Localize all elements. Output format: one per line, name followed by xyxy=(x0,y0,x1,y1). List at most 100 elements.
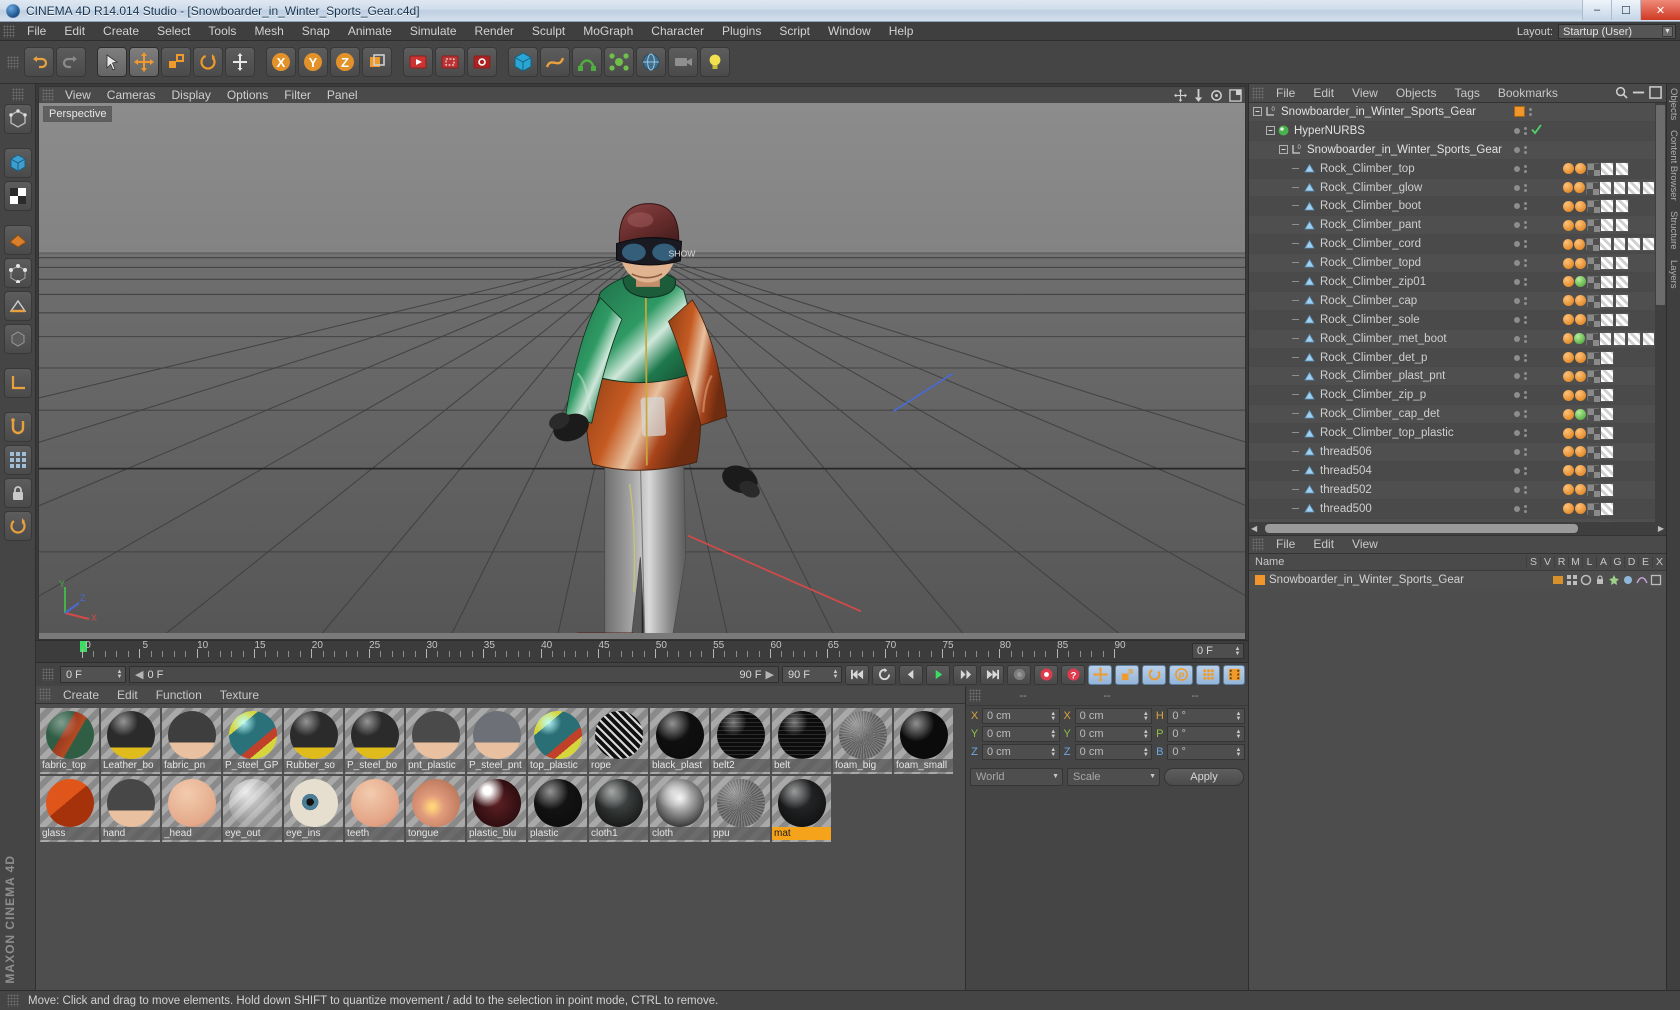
parameter-keyframe-toggle[interactable]: P xyxy=(1169,664,1193,685)
preview-range-left-arrow-icon[interactable]: ◀ xyxy=(135,668,143,681)
minimize-button[interactable]: – xyxy=(1582,0,1611,20)
material-swatch[interactable]: foam_small xyxy=(894,708,953,774)
material-tag-icon[interactable] xyxy=(1613,237,1627,252)
material-tag-icon[interactable] xyxy=(1600,426,1614,441)
material-swatch[interactable]: plastic xyxy=(528,776,587,842)
visibility-editor-dot[interactable] xyxy=(1514,467,1520,474)
material-tag-icon[interactable] xyxy=(1641,331,1655,346)
point-mode-button[interactable] xyxy=(3,258,32,288)
menu-snap[interactable]: Snap xyxy=(293,22,339,41)
material-tag-icon[interactable] xyxy=(1613,331,1627,346)
material-swatch[interactable]: Rubber_so xyxy=(284,708,343,774)
play-forward-button[interactable] xyxy=(953,664,977,685)
texture-tag-icon[interactable] xyxy=(1575,295,1586,307)
material-tag-icon[interactable] xyxy=(1598,180,1613,195)
visibility-editor-dot[interactable] xyxy=(1514,448,1520,455)
visibility-editor-dot[interactable] xyxy=(1514,373,1520,380)
end-frame-field[interactable]: 90 F ▲ ▼ xyxy=(782,666,842,683)
start-frame-field[interactable]: 0 F ▲ ▼ xyxy=(60,666,126,683)
texture-tag-icon[interactable] xyxy=(1575,484,1586,496)
position-keyframe-toggle[interactable] xyxy=(1088,664,1112,685)
menu-tools[interactable]: Tools xyxy=(199,22,245,41)
go-to-end-button[interactable] xyxy=(980,664,1004,685)
object-axis-mode-button[interactable] xyxy=(3,324,32,354)
viewport-menu-panel[interactable]: Panel xyxy=(319,87,366,104)
go-to-start-button[interactable] xyxy=(845,664,869,685)
visibility-render-dots[interactable] xyxy=(1524,410,1527,419)
material-tag-icon[interactable] xyxy=(1600,274,1614,289)
stepper-icon[interactable]: ▲ ▼ xyxy=(1234,746,1243,759)
add-environment-button[interactable] xyxy=(636,47,666,77)
stepper-icon[interactable]: ▲ ▼ xyxy=(1234,728,1243,741)
visibility-editor-dot[interactable] xyxy=(1514,505,1520,512)
rotation-h-input[interactable]: 0 ° ▲ ▼ xyxy=(1167,708,1246,724)
visibility-editor-dot[interactable] xyxy=(1514,392,1520,399)
texture-tag-icon[interactable] xyxy=(1575,503,1586,515)
uvw-tag-icon[interactable] xyxy=(1585,238,1599,252)
material-swatch-grid[interactable]: fabric_top Leather_bo fabric_pn P_steel_GP R… xyxy=(36,704,965,990)
viewport-grip-icon[interactable] xyxy=(42,88,54,102)
object-menu-objects[interactable]: Objects xyxy=(1387,84,1446,103)
visibility-render-dots[interactable] xyxy=(1524,183,1527,192)
texture-tag-icon[interactable] xyxy=(1575,370,1586,382)
texture-tag-icon[interactable] xyxy=(1575,446,1586,458)
attribute-row[interactable]: Snowboarder_in_Winter_Sports_Gear xyxy=(1249,571,1666,589)
uvw-tag-icon[interactable] xyxy=(1587,427,1600,441)
attribute-column-m[interactable]: M xyxy=(1568,556,1582,568)
material-swatch[interactable]: fabric_top xyxy=(40,708,99,774)
layout-dropdown[interactable]: Startup (User) ▼ xyxy=(1558,24,1676,39)
material-tag-icon[interactable] xyxy=(1615,312,1629,327)
attribute-column-r[interactable]: R xyxy=(1554,556,1568,568)
material-tag-icon[interactable] xyxy=(1615,256,1629,271)
material-tag-icon[interactable] xyxy=(1627,237,1641,252)
attribute-menu-file[interactable]: File xyxy=(1267,535,1304,554)
layer-deformer-icon[interactable] xyxy=(1636,574,1648,586)
scale-keyframe-toggle[interactable] xyxy=(1115,664,1139,685)
object-row[interactable]: Rock_Climber_zip_p xyxy=(1249,386,1666,406)
left-palette-grip-icon[interactable] xyxy=(11,88,24,101)
phong-tag-icon[interactable] xyxy=(1575,408,1586,420)
attribute-column-g[interactable]: G xyxy=(1610,556,1624,568)
object-menu-bookmarks[interactable]: Bookmarks xyxy=(1489,84,1567,103)
attribute-column-v[interactable]: V xyxy=(1540,556,1554,568)
object-menu-file[interactable]: File xyxy=(1267,84,1304,103)
uvw-tag-icon[interactable] xyxy=(1587,445,1600,459)
visibility-render-dots[interactable] xyxy=(1524,466,1527,475)
visibility-render-dots[interactable] xyxy=(1524,221,1527,230)
material-tag-icon[interactable] xyxy=(1600,161,1614,176)
attribute-column-s[interactable]: S xyxy=(1526,556,1540,568)
visibility-editor-dot[interactable] xyxy=(1514,297,1520,304)
menu-simulate[interactable]: Simulate xyxy=(401,22,466,41)
material-tag-icon[interactable] xyxy=(1600,501,1614,516)
move-tool-button[interactable] xyxy=(129,47,159,77)
rotate-view-button[interactable] xyxy=(3,511,32,541)
attribute-column-e[interactable]: E xyxy=(1638,556,1652,568)
visibility-render-dots[interactable] xyxy=(1524,485,1527,494)
right-tab-structure[interactable]: Structure xyxy=(1668,211,1679,250)
visibility-editor-dot[interactable] xyxy=(1514,411,1520,418)
maximize-panel-icon[interactable] xyxy=(1649,86,1662,99)
coordinates-grip-icon[interactable] xyxy=(969,689,981,702)
uvw-tag-icon[interactable] xyxy=(1587,483,1600,497)
menu-mesh[interactable]: Mesh xyxy=(245,22,292,41)
render-settings-button[interactable] xyxy=(467,47,497,77)
material-swatch[interactable]: top_plastic xyxy=(528,708,587,774)
material-swatch[interactable]: mat xyxy=(772,776,831,842)
texture-tag-icon[interactable] xyxy=(1563,257,1574,269)
phong-tag-icon[interactable] xyxy=(1575,276,1586,288)
material-swatch[interactable]: P_steel_pnt xyxy=(467,708,526,774)
right-tab-objects[interactable]: Objects xyxy=(1668,88,1679,120)
add-spline-button[interactable] xyxy=(540,47,570,77)
statusbar-grip-icon[interactable] xyxy=(7,994,19,1007)
stepper-icon[interactable]: ▲ ▼ xyxy=(1049,728,1058,741)
material-tag-icon[interactable] xyxy=(1615,199,1629,214)
material-swatch[interactable]: cloth1 xyxy=(589,776,648,842)
enabled-check-icon[interactable] xyxy=(1531,124,1542,138)
expand-collapse-icon[interactable] xyxy=(1279,143,1288,157)
layer-expression-icon[interactable] xyxy=(1650,574,1662,586)
stepper-icon[interactable]: ▲ ▼ xyxy=(1141,746,1150,759)
viewport-canvas[interactable]: Perspective SHOW Y X Z xyxy=(38,103,1246,640)
visibility-render-dots[interactable] xyxy=(1524,315,1527,324)
material-tag-icon[interactable] xyxy=(1627,180,1641,195)
enable-snap-button[interactable] xyxy=(3,412,32,442)
